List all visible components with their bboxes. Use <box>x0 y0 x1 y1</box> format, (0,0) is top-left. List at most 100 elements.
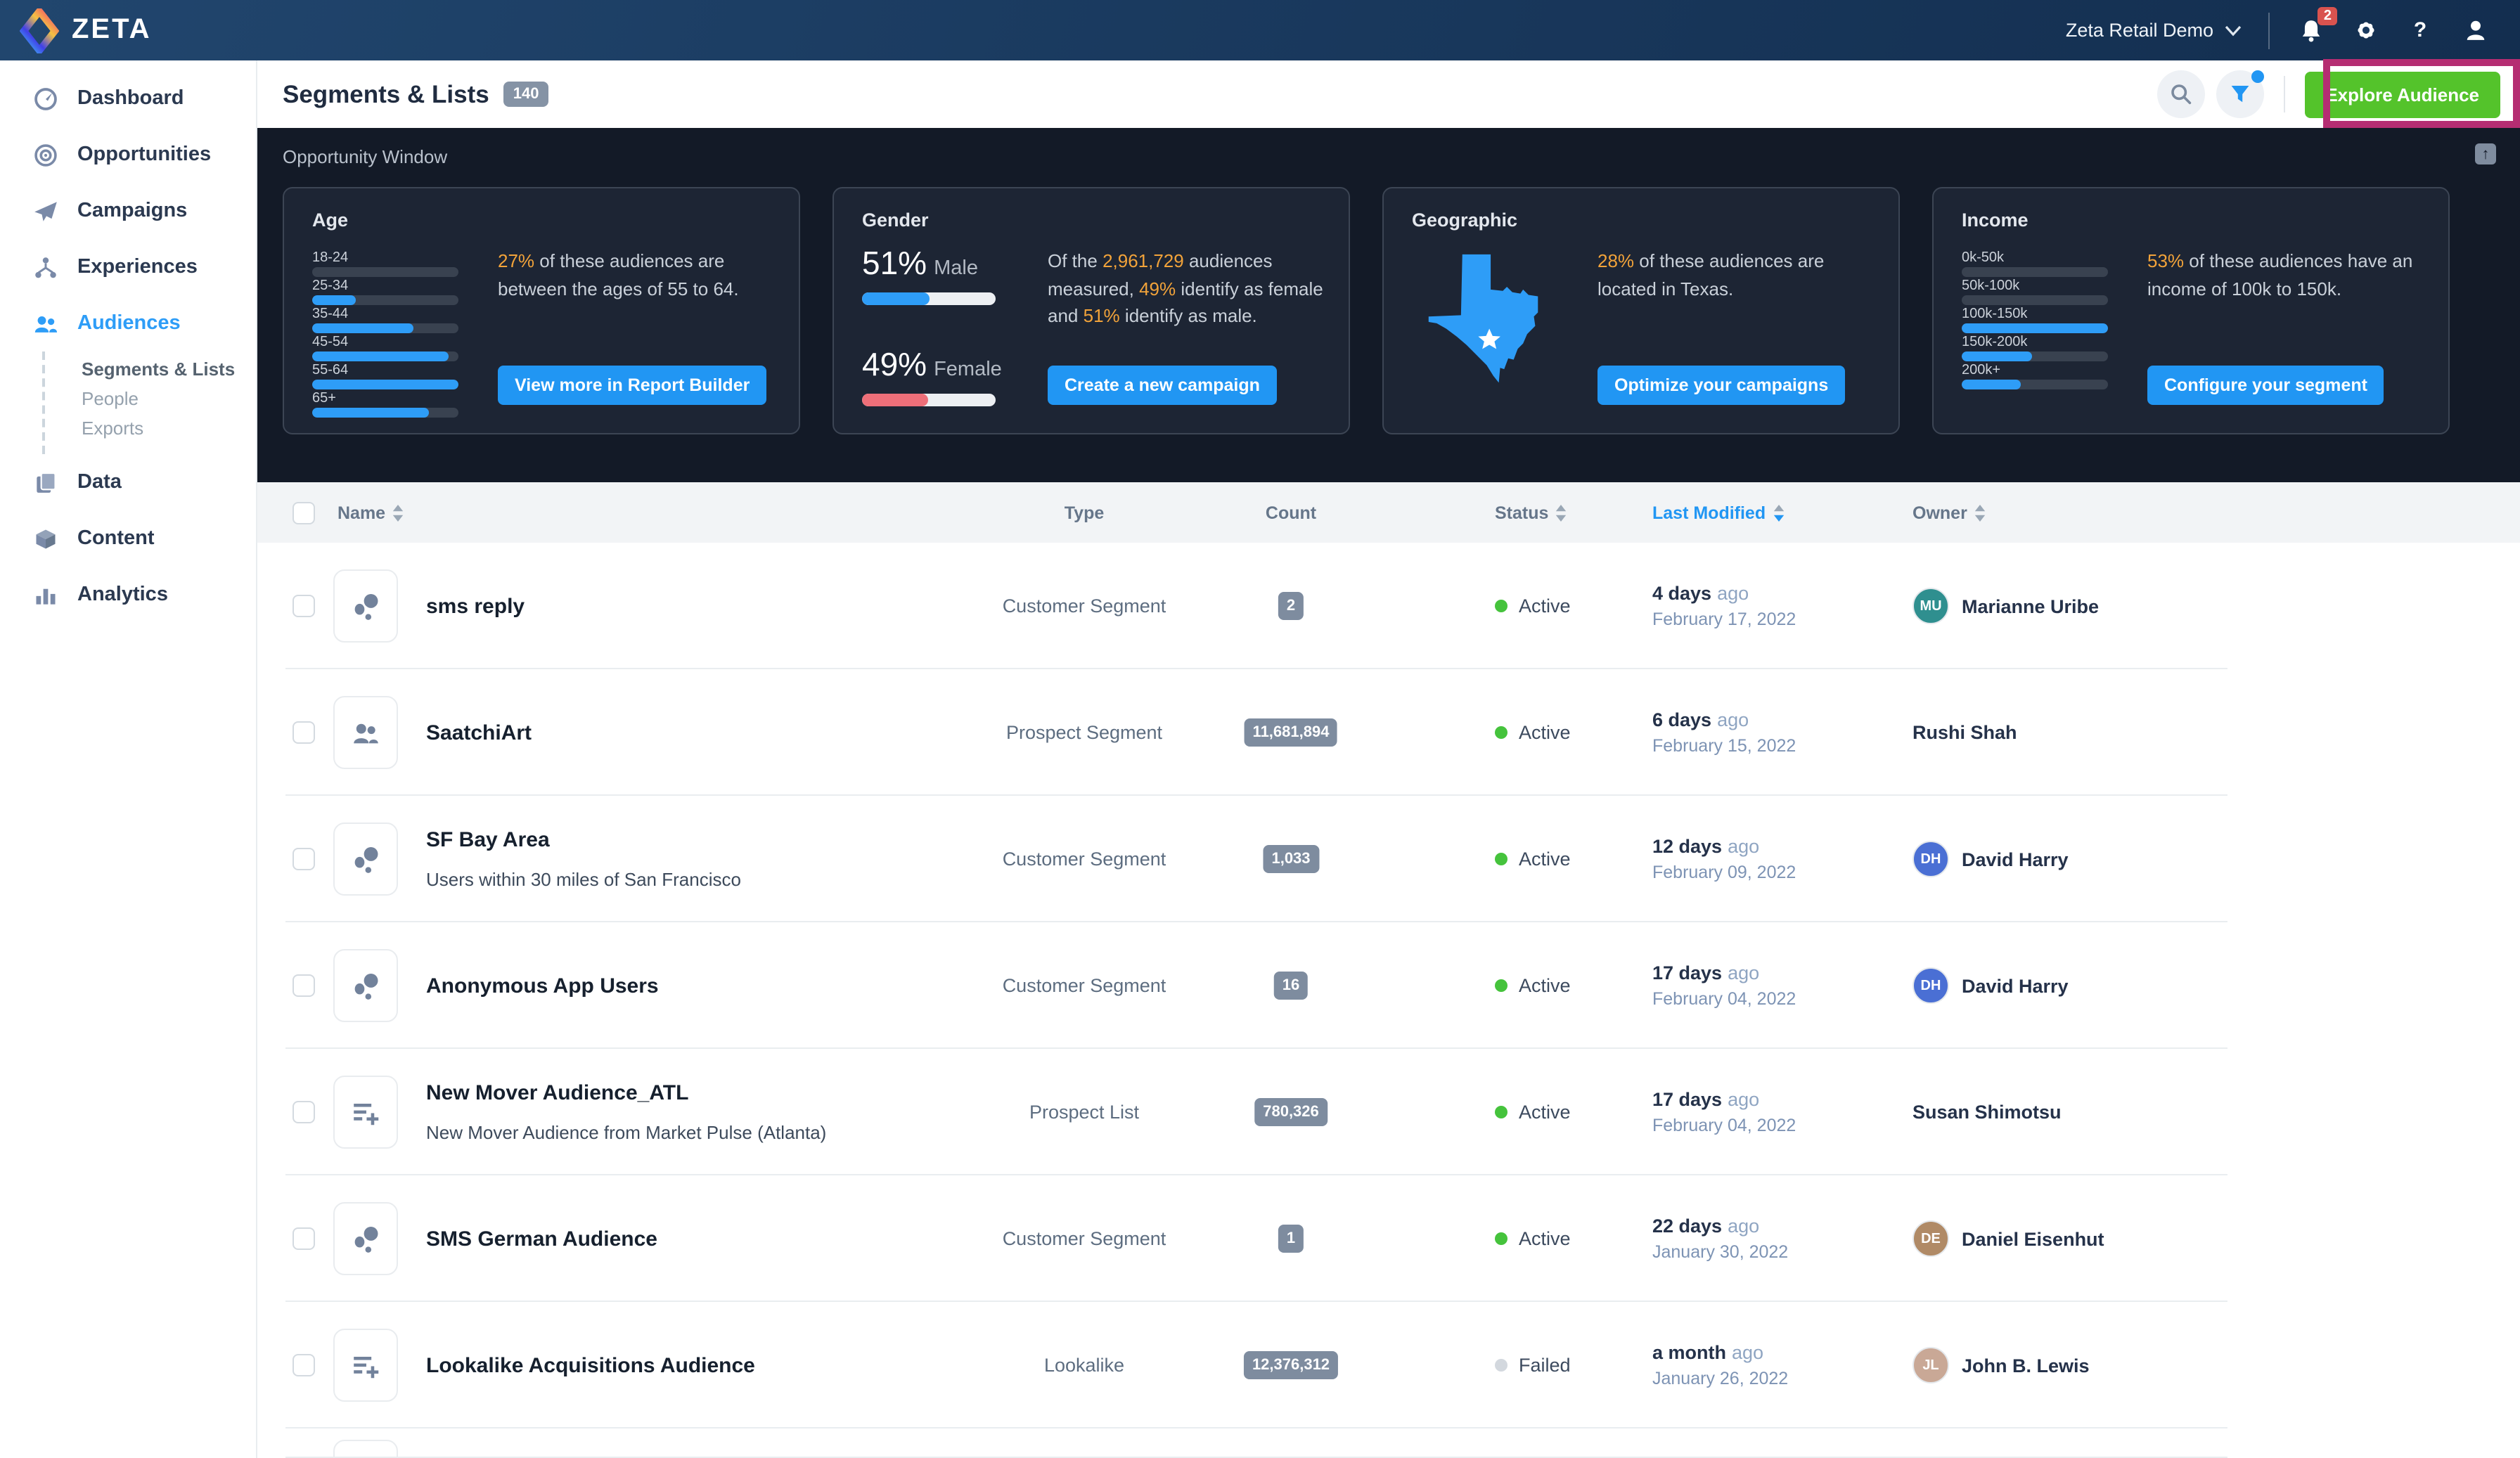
help-icon: ? <box>2413 18 2427 42</box>
modified-ago: ago <box>1728 836 1760 857</box>
column-header-owner[interactable]: Owner <box>1912 503 1986 522</box>
owner-cell: DE Daniel Eisenhut <box>1912 1220 2104 1257</box>
sidebar-subitem-exports[interactable]: Exports <box>82 413 256 443</box>
segment-name[interactable]: SaatchiArt <box>426 721 890 744</box>
dashboard-icon <box>31 84 59 112</box>
settings-button[interactable] <box>2351 16 2379 44</box>
table-row-partial <box>257 1428 2520 1458</box>
last-modified-cell: 6 days ago February 15, 2022 <box>1652 709 1796 756</box>
account-switcher[interactable]: Zeta Retail Demo <box>2066 20 2242 41</box>
filter-button[interactable] <box>2216 70 2264 118</box>
row-checkbox[interactable] <box>292 1227 315 1250</box>
sort-icon <box>1773 504 1784 521</box>
opportunity-card-income: Income 0k-50k 50k-100k 100k-150k 150k-20… <box>1932 187 2450 434</box>
collapse-panel-button[interactable]: ↑ <box>2475 143 2496 164</box>
sidebar-sub-menu: Segments & Lists People Exports <box>42 351 256 454</box>
sort-icon <box>392 504 404 521</box>
segment-name[interactable]: Anonymous App Users <box>426 974 890 998</box>
zeta-logo[interactable]: ZETA <box>0 8 151 53</box>
avatar: DE <box>1912 1220 1949 1257</box>
bar-label: 35-44 <box>312 307 349 322</box>
table-row[interactable]: sms reply Customer Segment 2 Active 4 da… <box>257 543 2520 669</box>
campaigns-icon <box>31 197 59 225</box>
bar-label: 200k+ <box>1962 363 2001 378</box>
sidebar-item-campaigns[interactable]: Campaigns <box>0 183 256 239</box>
table-row[interactable]: SMS German Audience Customer Segment 1 A… <box>257 1175 2520 1302</box>
type-cell: Customer Segment <box>1002 1228 1166 1249</box>
column-header-status[interactable]: Status <box>1495 503 1567 522</box>
explore-audience-button[interactable]: Explore Audience <box>2304 71 2500 117</box>
column-header-last-modified[interactable]: Last Modified <box>1652 503 1784 522</box>
sort-icon <box>1974 504 1986 521</box>
configure-your-segment-button[interactable]: Configure your segment <box>2147 366 2384 405</box>
select-all-checkbox[interactable] <box>292 502 315 524</box>
owner-name: Marianne Uribe <box>1962 595 2100 617</box>
table-row[interactable]: Anonymous App Users Customer Segment 16 … <box>257 922 2520 1049</box>
count-badge: 1,033 <box>1263 845 1319 873</box>
sidebar-item-dashboard[interactable]: Dashboard <box>0 70 256 127</box>
sidebar-item-label: Campaigns <box>77 200 188 222</box>
modified-ago: ago <box>1717 709 1749 730</box>
column-header-type[interactable]: Type <box>1065 503 1105 522</box>
card-title: Income <box>1962 209 2029 231</box>
sidebar-item-content[interactable]: Content <box>0 510 256 567</box>
table-row[interactable]: SF Bay Area Users within 30 miles of San… <box>257 796 2520 922</box>
table-row[interactable]: New Mover Audience_ATL New Mover Audienc… <box>257 1049 2520 1175</box>
count-badge: 12,376,312 <box>1243 1351 1339 1379</box>
modified-ago: ago <box>1717 583 1749 604</box>
row-checkbox[interactable] <box>292 721 315 744</box>
bar-fill <box>1962 323 2108 333</box>
segment-name[interactable]: SF Bay Area <box>426 828 890 852</box>
segment-name[interactable]: sms reply <box>426 594 890 618</box>
notifications-button[interactable]: 2 <box>2296 6 2337 44</box>
audiences-icon <box>31 309 59 337</box>
row-checkbox[interactable] <box>292 1354 315 1376</box>
sidebar-item-audiences[interactable]: Audiences <box>0 295 256 351</box>
view-more-in-report-builder-button[interactable]: View more in Report Builder <box>498 366 767 405</box>
header-divider <box>2283 76 2285 112</box>
help-button[interactable]: ? <box>2406 16 2434 44</box>
count-badge: 1 <box>1278 1225 1304 1253</box>
sidebar-subitem-people[interactable]: People <box>82 384 256 413</box>
owner-cell: Susan Shimotsu <box>1912 1102 2062 1123</box>
user-menu-button[interactable] <box>2461 16 2489 44</box>
segment-name[interactable]: Lookalike Acquisitions Audience <box>426 1353 890 1377</box>
opportunity-window: Opportunity Window ↑ Age 18-24 25-34 35-… <box>257 128 2520 482</box>
segment-description: New Mover Audience from Market Pulse (At… <box>426 1122 827 1143</box>
chevron-down-icon <box>2225 25 2242 36</box>
sidebar-item-experiences[interactable]: Experiences <box>0 239 256 295</box>
optimize-your-campaigns-button[interactable]: Optimize your campaigns <box>1598 366 1846 405</box>
search-button[interactable] <box>2156 70 2205 118</box>
table-row[interactable]: Lookalike Acquisitions Audience Lookalik… <box>257 1302 2520 1428</box>
row-checkbox[interactable] <box>292 595 315 617</box>
page-header: Segments & Lists 140 Explore Audience <box>257 60 2520 128</box>
column-header-name[interactable]: Name <box>338 503 404 522</box>
sidebar-item-opportunities[interactable]: Opportunities <box>0 127 256 183</box>
column-header-count[interactable]: Count <box>1266 503 1316 522</box>
bar-row: 35-44 <box>312 307 458 333</box>
sidebar-item-data[interactable]: Data <box>0 454 256 510</box>
segment-type-tile <box>333 1440 398 1458</box>
table-header: Name Type Count Status Last Modified Own… <box>257 482 2520 543</box>
name-cell: sms reply <box>426 543 890 669</box>
name-cell: SF Bay Area Users within 30 miles of San… <box>426 796 890 922</box>
segments-count-badge: 140 <box>503 82 549 107</box>
name-cell: New Mover Audience_ATL New Mover Audienc… <box>426 1049 890 1175</box>
table-row[interactable]: SaatchiArt Prospect Segment 11,681,894 A… <box>257 669 2520 796</box>
opportunity-card-gender: Gender 51% Male 49% Female Of the 2,961,729… <box>832 187 1350 434</box>
segment-name[interactable]: New Mover Audience_ATL <box>426 1081 890 1105</box>
segment-dots-icon <box>349 588 382 624</box>
segment-type-tile <box>333 822 398 896</box>
row-checkbox[interactable] <box>292 1101 315 1123</box>
list-plus-icon <box>349 1348 382 1382</box>
segment-name[interactable]: SMS German Audience <box>426 1227 890 1251</box>
row-checkbox[interactable] <box>292 848 315 870</box>
sidebar-subitem-segments-lists[interactable]: Segments & Lists <box>82 354 256 384</box>
status-cell: Active <box>1495 595 1571 617</box>
bar-fill <box>1962 351 2032 361</box>
sidebar-item-analytics[interactable]: Analytics <box>0 567 256 623</box>
create-a-new-campaign-button[interactable]: Create a new campaign <box>1048 366 1277 405</box>
segment-type-tile <box>333 696 398 769</box>
status-cell: Active <box>1495 1228 1571 1249</box>
row-checkbox[interactable] <box>292 974 315 997</box>
